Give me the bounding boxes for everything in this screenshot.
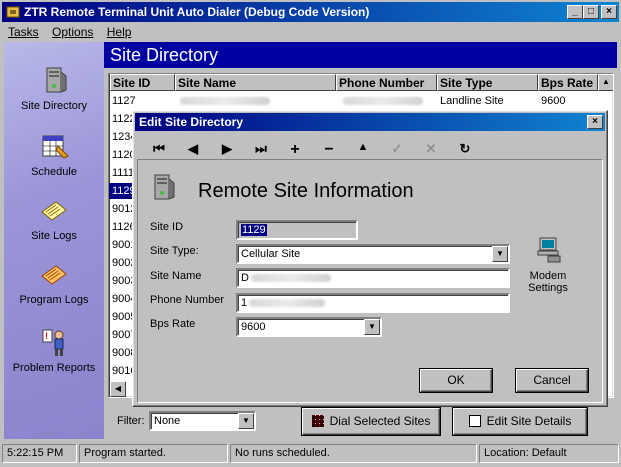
post-edit-icon: ✓ xyxy=(391,141,403,156)
dialog-title: Edit Site Directory xyxy=(139,115,244,129)
menu-bar: Tasks Options Help xyxy=(8,25,141,41)
svg-text:!: ! xyxy=(45,331,48,341)
maximize-button[interactable]: □ xyxy=(583,5,599,19)
sidebar: Site Directory Schedule Site Logs Progra… xyxy=(4,42,104,439)
sidebar-item-label: Schedule xyxy=(31,166,77,178)
site-id-label: Site ID xyxy=(150,221,184,233)
window-title-bar: ZTR Remote Terminal Unit Auto Dialer (De… xyxy=(2,2,619,22)
phone-number-label: Phone Number xyxy=(150,294,224,306)
dialog-heading: Remote Site Information xyxy=(198,180,414,202)
filter-value: None xyxy=(154,415,181,427)
cell-site-name xyxy=(175,93,336,109)
person-reporting-icon: ! xyxy=(38,326,70,358)
status-message-1: Program started. xyxy=(79,444,228,463)
table-h-scroll-left[interactable]: ◀ xyxy=(110,381,126,397)
menu-tasks[interactable]: Tasks xyxy=(8,25,39,39)
sidebar-item-label: Program Logs xyxy=(19,294,89,306)
bps-rate-select[interactable]: 9600 ▼ xyxy=(236,317,382,337)
edit-label: Edit Site Details xyxy=(486,414,572,428)
sidebar-item-label: Site Directory xyxy=(20,100,88,112)
edit-site-details-button[interactable]: Edit Site Details xyxy=(453,408,587,435)
dialog-content-panel: Remote Site Information Site ID 1129 Sit… xyxy=(137,159,603,403)
cell-site-id: 1127 xyxy=(112,95,136,107)
menu-options[interactable]: Options xyxy=(52,25,93,39)
app-icon xyxy=(5,4,21,20)
site-type-label: Site Type: xyxy=(150,245,199,257)
prior-record-icon[interactable]: ◀ xyxy=(183,141,203,157)
refresh-icon[interactable]: ↻ xyxy=(455,141,475,157)
remote-site-server-icon xyxy=(148,172,180,204)
column-header-site-name[interactable]: Site Name xyxy=(175,74,336,91)
site-id-field[interactable]: 1129 xyxy=(236,220,358,240)
status-location: Location: Default xyxy=(479,444,619,463)
sidebar-item-program-logs[interactable]: Program Logs xyxy=(4,258,104,306)
site-name-value: D xyxy=(241,272,249,284)
delete-record-icon[interactable]: − xyxy=(319,141,339,159)
cell-site-type: Landline Site xyxy=(440,95,504,107)
dialog-title-bar: Edit Site Directory × xyxy=(135,113,605,131)
site-id-value: 1129 xyxy=(241,224,267,236)
panel-header: Site Directory xyxy=(104,42,617,68)
minimize-button[interactable]: _ xyxy=(567,5,583,19)
insert-record-icon[interactable]: + xyxy=(285,141,305,159)
ok-button[interactable]: OK xyxy=(420,369,492,392)
site-name-field[interactable]: D xyxy=(236,268,510,288)
column-header-bps[interactable]: Bps Rate xyxy=(538,74,598,91)
bps-rate-value: 9600 xyxy=(241,321,266,333)
edit-site-directory-dialog: Edit Site Directory × ⏮ ◀ ▶ ⏭ + − ▲ ✓ ✕ … xyxy=(132,110,608,407)
status-message-2: No runs scheduled. xyxy=(230,444,477,463)
calendar-icon xyxy=(38,130,70,162)
filter-label: Filter: xyxy=(117,415,145,427)
chevron-down-icon[interactable]: ▼ xyxy=(364,319,380,335)
modem-label: Modem xyxy=(529,270,567,282)
first-record-icon[interactable]: ⏮ xyxy=(149,141,169,157)
phone-number-field[interactable]: 1 xyxy=(236,293,510,313)
panel-title: Site Directory xyxy=(110,45,219,65)
phone-number-value: 1 xyxy=(241,297,248,309)
next-record-icon[interactable]: ▶ xyxy=(217,141,237,157)
table-scroll-up[interactable]: ▲ xyxy=(598,74,613,91)
dial-selected-sites-button[interactable]: Dial Selected Sites xyxy=(302,408,440,435)
dial-label: Dial Selected Sites xyxy=(329,414,431,428)
cancel-edit-icon: ✕ xyxy=(425,141,437,156)
log-notepad-icon xyxy=(38,194,70,226)
chevron-down-icon[interactable]: ▼ xyxy=(238,413,254,429)
dial-keypad-icon xyxy=(311,415,324,427)
program-log-icon xyxy=(38,258,70,290)
edit-pencil-icon xyxy=(468,415,481,427)
bps-rate-label: Bps Rate xyxy=(150,318,196,330)
sidebar-item-label: Site Logs xyxy=(31,230,77,242)
sidebar-item-schedule[interactable]: Schedule xyxy=(4,130,104,178)
window-title: ZTR Remote Terminal Unit Auto Dialer (De… xyxy=(24,5,370,19)
filter-select[interactable]: None ▼ xyxy=(149,411,256,431)
settings-label: Settings xyxy=(528,282,568,294)
cell-phone xyxy=(336,93,437,109)
dialog-close-button[interactable]: × xyxy=(587,115,603,129)
cancel-button[interactable]: Cancel xyxy=(516,369,588,392)
sidebar-item-label: Problem Reports xyxy=(12,362,96,374)
table-row[interactable]: 1127 Landline Site 9600 xyxy=(109,93,598,109)
status-time: 5:22:15 PM xyxy=(2,444,77,463)
last-record-icon[interactable]: ⏭ xyxy=(251,141,271,157)
column-header-site-type[interactable]: Site Type xyxy=(437,74,538,91)
column-header-phone[interactable]: Phone Number xyxy=(336,74,437,91)
sidebar-item-site-logs[interactable]: Site Logs xyxy=(4,194,104,242)
cell-bps: 9600 xyxy=(541,95,566,107)
site-type-select[interactable]: Cellular Site ▼ xyxy=(236,244,510,264)
close-button[interactable]: × xyxy=(601,5,617,19)
site-type-value: Cellular Site xyxy=(241,248,301,260)
server-icon xyxy=(38,64,70,96)
column-header-site-id[interactable]: Site ID xyxy=(110,74,175,91)
menu-help[interactable]: Help xyxy=(107,25,132,39)
modem-computer-icon xyxy=(532,234,564,266)
sidebar-item-problem-reports[interactable]: ! Problem Reports xyxy=(4,326,104,374)
site-name-label: Site Name xyxy=(150,270,202,282)
edit-record-icon[interactable]: ▲ xyxy=(353,141,373,153)
chevron-down-icon[interactable]: ▼ xyxy=(492,246,508,262)
sidebar-item-site-directory[interactable]: Site Directory xyxy=(4,64,104,112)
modem-settings-button[interactable]: Modem Settings xyxy=(524,234,572,294)
